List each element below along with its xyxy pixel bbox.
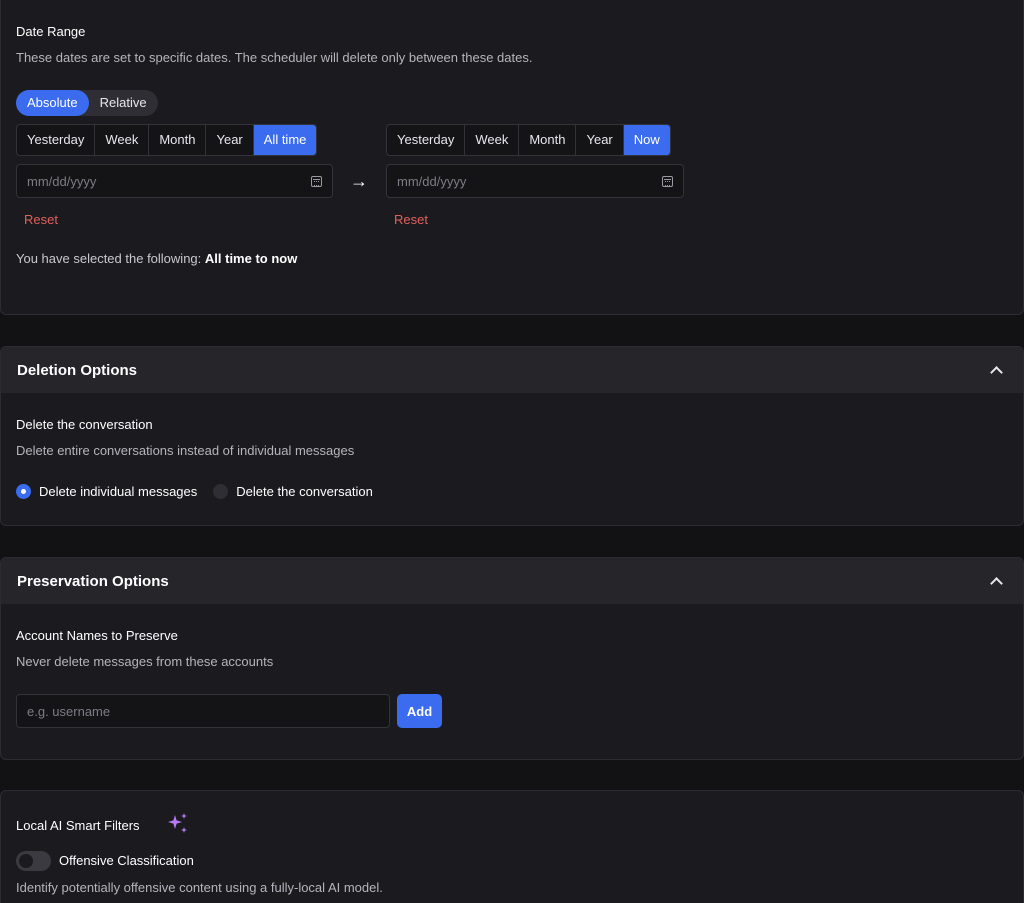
chevron-up-icon[interactable] (990, 577, 1003, 590)
deletion-options-card: Deletion Options (0, 346, 1024, 526)
selection-summary: You have selected the following: All tim… (16, 251, 297, 266)
deletion-options-header[interactable]: Deletion Options (1, 347, 1023, 393)
mode-relative[interactable]: Relative (89, 90, 158, 116)
radio-delete-individual[interactable]: Delete individual messages (16, 484, 197, 499)
end-preset-group: Yesterday Week Month Year Now (386, 124, 671, 156)
preservation-options-header[interactable]: Preservation Options (1, 558, 1023, 604)
start-date-input[interactable] (27, 173, 227, 189)
radio-indicator[interactable] (16, 484, 31, 499)
radio-delete-conversation[interactable]: Delete the conversation (213, 484, 373, 499)
preservation-options-heading: Preservation Options (17, 572, 169, 590)
offensive-classification-label: Offensive Classification (59, 853, 194, 868)
offensive-classification-toggle[interactable] (16, 851, 51, 871)
end-date-field[interactable] (386, 164, 684, 198)
ai-filters-title: Local AI Smart Filters (16, 818, 140, 833)
summary-value: All time to now (204, 251, 298, 266)
offensive-classification-description: Identify potentially offensive content u… (16, 880, 383, 895)
radio-label: Delete individual messages (39, 484, 198, 499)
arrow-right-icon: → (350, 171, 368, 191)
preserve-accounts-description: Never delete messages from these account… (16, 654, 274, 669)
start-date-field[interactable] (16, 164, 333, 198)
deletion-options-heading: Deletion Options (17, 361, 137, 379)
summary-prefix: You have selected the following: (16, 251, 202, 266)
date-range-card (0, 0, 1024, 315)
mode-absolute[interactable]: Absolute (16, 90, 89, 116)
calendar-icon[interactable] (311, 175, 322, 187)
radio-label: Delete the conversation (236, 484, 373, 499)
end-preset-month[interactable]: Month (519, 125, 577, 155)
start-reset-link[interactable]: Reset (24, 212, 58, 227)
start-preset-month[interactable]: Month (149, 125, 207, 155)
chevron-up-icon[interactable] (990, 366, 1003, 379)
end-date-input[interactable] (397, 173, 597, 189)
calendar-icon[interactable] (662, 175, 673, 187)
radio-indicator[interactable] (213, 484, 229, 499)
sparkles-icon (168, 813, 187, 833)
start-preset-group: Yesterday Week Month Year All time (16, 124, 318, 156)
date-range-description: These dates are set to specific dates. T… (16, 50, 533, 65)
end-preset-week[interactable]: Week (465, 125, 520, 155)
start-preset-yesterday[interactable]: Yesterday (17, 125, 96, 155)
end-reset-link[interactable]: Reset (394, 212, 428, 227)
end-preset-yesterday[interactable]: Yesterday (387, 125, 466, 155)
username-input[interactable] (16, 694, 390, 728)
date-range-title: Date Range (16, 24, 86, 39)
start-preset-year[interactable]: Year (206, 125, 254, 155)
date-mode-toggle: Absolute Relative (16, 90, 158, 116)
delete-conversation-description: Delete entire conversations instead of i… (16, 443, 355, 458)
add-account-button[interactable]: Add (397, 694, 442, 728)
delete-conversation-title: Delete the conversation (16, 417, 153, 432)
deletion-radio-group: Delete individual messages Delete the co… (16, 484, 373, 499)
end-preset-now[interactable]: Now (623, 125, 670, 155)
preserve-accounts-title: Account Names to Preserve (16, 628, 178, 643)
end-preset-year[interactable]: Year (576, 125, 624, 155)
start-preset-all-time[interactable]: All time (253, 125, 317, 155)
start-preset-week[interactable]: Week (95, 125, 150, 155)
